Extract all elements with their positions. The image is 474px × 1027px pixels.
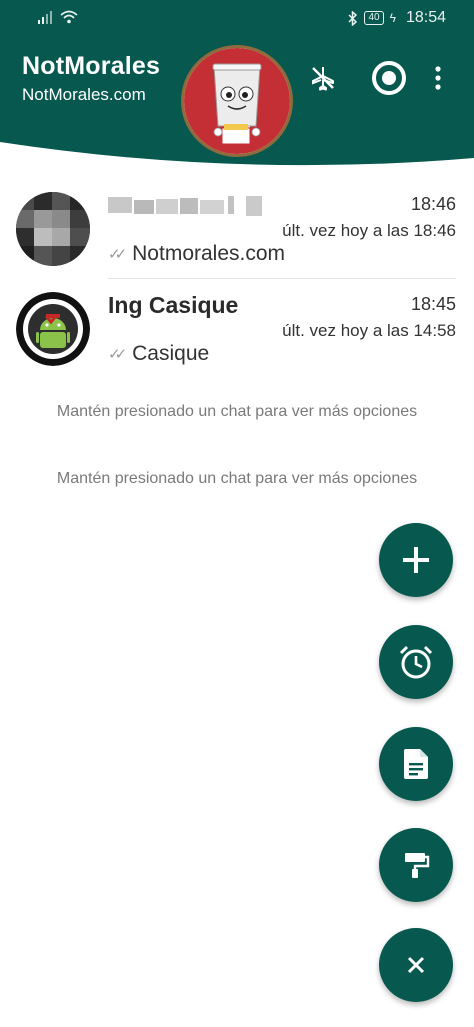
mascot-avatar-image <box>184 48 290 154</box>
signal-icon <box>38 11 52 24</box>
add-button[interactable] <box>379 523 453 597</box>
double-check-icon: ✓✓ <box>108 346 127 363</box>
status-bar: 40 ϟ 18:54 <box>0 0 474 38</box>
chat-divider <box>108 278 456 279</box>
document-button[interactable] <box>379 727 453 801</box>
chat-item[interactable]: 18:46 últ. vez hoy a las 18:46 ✓✓ Notmor… <box>0 180 474 280</box>
android-tech-avatar-image <box>16 292 90 366</box>
more-vert-icon[interactable] <box>426 58 450 98</box>
charging-icon: ϟ <box>389 11 396 25</box>
chat-time: 18:45 <box>410 294 456 314</box>
chat-last-message: ✓✓ Notmorales.com <box>108 242 285 266</box>
chat-last-message: ✓✓ Casique <box>108 342 209 366</box>
bluetooth-icon <box>348 10 358 26</box>
battery-indicator: 40 <box>364 11 384 25</box>
plus-icon <box>403 547 429 573</box>
chat-avatar[interactable] <box>16 292 90 366</box>
chat-last-seen: últ. vez hoy a las 18:46 <box>282 221 456 240</box>
paint-roller-icon <box>405 853 430 878</box>
chat-time: 18:46 <box>410 194 456 214</box>
chat-avatar[interactable] <box>16 192 90 266</box>
close-icon <box>407 956 425 974</box>
schedule-button[interactable] <box>379 625 453 699</box>
hint-text: Mantén presionado un chat para ver más o… <box>56 470 418 487</box>
airplane-off-icon[interactable] <box>303 58 343 98</box>
close-button[interactable] <box>379 928 453 1002</box>
blurred-avatar-image <box>16 192 90 266</box>
app-subtitle: NotMorales.com <box>22 85 146 104</box>
target-icon[interactable] <box>369 58 409 98</box>
wifi-icon <box>60 10 78 24</box>
blurred-name-image <box>108 196 262 216</box>
chat-item[interactable]: Ing Casique 18:45 últ. vez hoy a las 14:… <box>0 280 474 380</box>
profile-avatar[interactable] <box>181 45 293 157</box>
chat-message-text: Notmorales.com <box>132 242 286 265</box>
chat-message-text: Casique <box>132 342 210 365</box>
chat-last-seen: últ. vez hoy a las 14:58 <box>282 321 456 340</box>
app-title: NotMorales <box>22 52 161 80</box>
chat-name: Ing Casique <box>108 292 239 318</box>
theme-button[interactable] <box>379 828 453 902</box>
status-time: 18:54 <box>405 9 446 26</box>
document-icon <box>404 749 428 779</box>
double-check-icon: ✓✓ <box>108 246 127 263</box>
hint-text: Mantén presionado un chat para ver más o… <box>56 403 418 420</box>
alarm-icon <box>399 645 433 679</box>
chat-name-blurred <box>108 192 268 224</box>
